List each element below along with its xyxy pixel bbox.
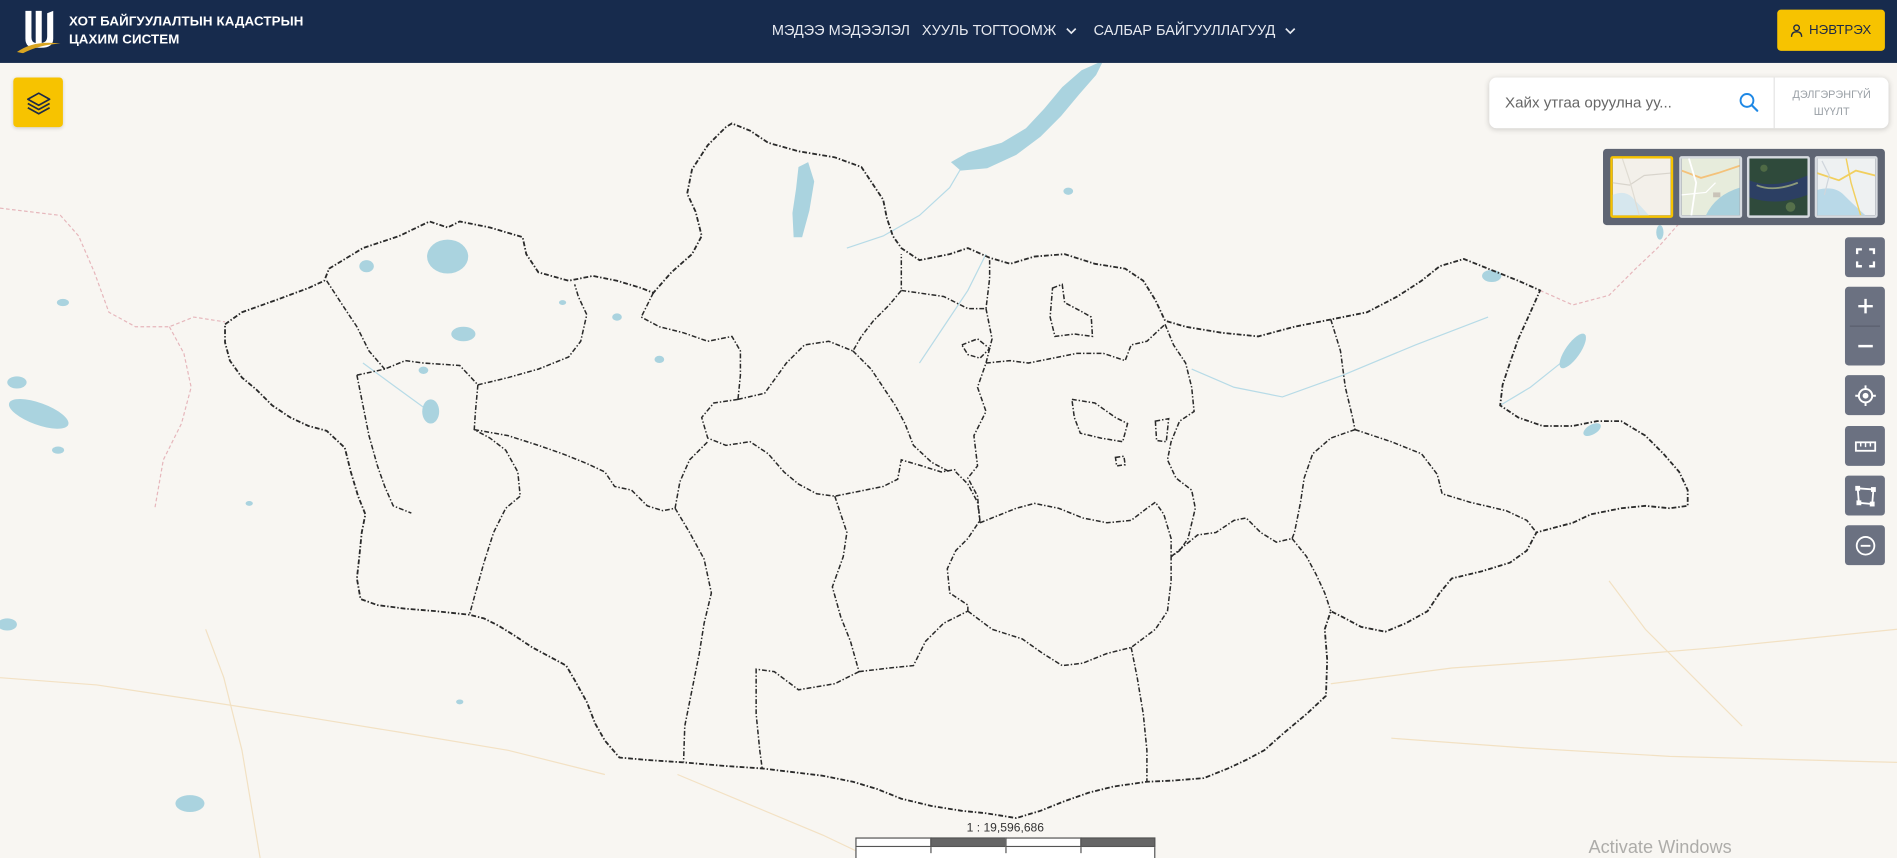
user-icon [1791,23,1803,37]
zoom-out-icon [1857,344,1873,348]
chevron-down-icon [1066,27,1077,34]
mongolia-national-border [224,122,1689,819]
country-borders [0,168,1755,509]
scale-bar-segment [855,837,932,848]
aimag-boundary [858,610,969,673]
scale-bar-tick [1005,847,1007,854]
aimag-boundary [1354,428,1538,533]
zoom-in-icon [1857,298,1873,314]
aimag-boundary [737,254,903,401]
nav-item-label: САЛБАР БАЙГУУЛЛАГУУД [1093,21,1276,39]
aimag-boundary [985,323,1166,364]
draw-polygon-button[interactable] [1844,475,1885,516]
rivers [362,166,1562,410]
aimag-boundary [640,292,742,400]
road-lines [0,580,1897,858]
lake-baikal [950,62,1103,171]
nav-item-label: ХУУЛЬ ТОГТООМЖ [921,21,1057,39]
aimag-boundary [1170,517,1293,558]
aimag-boundary [852,350,951,473]
lake-buir [1559,333,1586,369]
login-label: НЭВТРЭХ [1809,22,1872,38]
zoom-out-button[interactable] [1845,327,1885,366]
aimag-boundary [356,375,412,514]
top-navigation-bar: ХОТ БАЙГУУЛАЛТЫН КАДАСТРЫН ЦАХИМ СИСТЕМ … [0,0,1897,63]
app-title: ХОТ БАЙГУУЛАЛТЫН КАДАСТРЫН ЦАХИМ СИСТЕМ [69,13,304,49]
os-activation-watermark: Activate Windows [1588,837,1732,858]
layers-icon [26,91,50,114]
measure-ruler-icon [1854,440,1876,452]
app-title-line2: ЦАХИМ СИСТЕМ [68,32,180,48]
aimag-boundary [326,280,386,370]
aimag-boundary [831,495,860,672]
district-boundary [1114,455,1126,467]
lake-uvs [427,239,469,274]
aimag-boundary-govisumber [1154,417,1170,443]
streets-basemap-thumbnail[interactable] [1679,156,1743,218]
aimag-boundary [1164,324,1197,558]
aimag-boundary [979,501,1172,557]
search-input[interactable] [1505,77,1735,129]
aimag-boundary [901,260,991,310]
chevron-down-icon [1285,27,1296,34]
nav-item-news[interactable]: МЭДЭЭ МЭДЭЭЛЭЛ [772,21,910,40]
advanced-filter-label-line2: ШҮҮЛТ [1813,105,1850,118]
city-cadastre-logo[interactable] [16,7,61,54]
zoom-in-button[interactable] [1845,287,1885,326]
clear-button[interactable] [1844,525,1885,566]
locate-button[interactable] [1844,375,1885,416]
scale-bar-segment [1005,837,1082,848]
app-root: ХОТ БАЙГУУЛАЛТЫН КАДАСТРЫН ЦАХИМ СИСТЕМ … [0,0,1897,858]
app-title-line1: ХОТ БАЙГУУЛАЛТЫН КАДАСТРЫН [68,14,304,30]
aimag-boundary [755,668,860,769]
aimag-boundary-darkhan [1049,283,1094,338]
fullscreen-button[interactable] [1844,237,1885,278]
scale-bar-segment [930,837,1007,848]
city-boundary-ulaanbaatar [1071,398,1129,443]
measure-button[interactable] [1844,425,1885,466]
nav-item-legislation[interactable]: ХУУЛЬ ТОГТООМЖ [922,21,1078,40]
fullscreen-icon [1855,247,1875,267]
advanced-filter-button[interactable]: ДЭЛГЭРЭНГҮЙ ШҮҮЛТ [1775,77,1889,128]
draw-polygon-icon [1854,485,1876,506]
aimag-boundary [967,556,1172,667]
lake-khuvsgul [792,162,815,238]
advanced-filter-label-line1: ДЭЛГЭРЭНГҮЙ [1792,88,1871,101]
search-icon[interactable] [1739,92,1760,113]
aimag-boundary [700,398,956,497]
lakes [0,62,1664,813]
nav-item-label: МЭДЭЭ МЭДЭЭЛЭЛ [771,21,910,39]
aimag-boundaries [326,254,1538,782]
scale-bar-tick [930,847,932,854]
aimag-boundary [356,359,479,386]
aimag-boundary [477,284,588,386]
clear-icon [1855,535,1875,555]
basemap-switcher [1603,148,1885,226]
aimag-boundary [674,507,713,763]
aimag-boundary [1291,538,1332,612]
satellite-basemap-thumbnail[interactable] [1746,156,1810,218]
login-button[interactable]: НЭВТРЭХ [1777,9,1885,51]
aimag-boundary-orkhon [960,337,991,360]
scale-bar-segment [1080,837,1156,848]
aimag-boundary [468,384,522,615]
locate-icon [1854,384,1876,406]
nav-item-organizations[interactable]: САЛБАР БАЙГУУЛЛАГУУД [1094,21,1297,40]
scale-bar-tick [1080,847,1082,854]
aimag-boundary [1291,428,1356,539]
topo-basemap-thumbnail[interactable] [1814,156,1878,218]
zoom-control [1844,286,1885,366]
search-panel: ДЭЛГЭРЭНГҮЙ ШҮҮЛТ [1489,77,1889,129]
layers-button[interactable] [13,77,63,128]
map-scale-ratio: 1 : 19,596,686 [966,821,1045,836]
aimag-boundary [1130,647,1148,782]
map-scale-bar [855,837,1156,858]
light-basemap-thumbnail[interactable] [1610,156,1674,218]
aimag-boundary [674,441,709,509]
aimag-boundary [474,428,676,512]
